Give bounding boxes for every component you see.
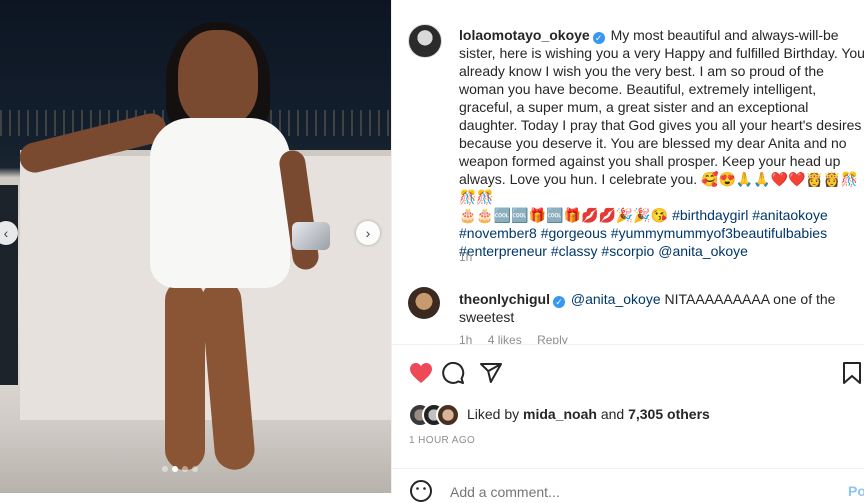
caption-emoji-line: 🎂🎂🆒🆒🎁🆒🎁💋💋🎉🎉😘 [459,207,669,223]
hashtag-link[interactable]: #scorpio [601,243,654,259]
comment-meta: 1h 4 likes Reply [459,333,580,345]
hashtag-link[interactable]: #classy [551,243,598,259]
caption-time: 1h [459,250,484,264]
likes-text: Liked by mida_noah and 7,305 others [467,406,710,422]
hashtag-link[interactable]: #anitaokoye [752,207,828,223]
post-timestamp: 1 HOUR AGO [409,435,476,446]
white-dress [150,118,290,288]
silver-handbag [292,222,330,250]
post-caption: lolaomotayo_okoye ✓ My most beautiful and… [459,26,864,260]
avatar[interactable] [408,287,440,319]
action-bar [408,360,864,386]
comment-time: 1h [459,333,473,345]
liked-by-user[interactable]: mida_noah [523,406,597,422]
person-face [178,30,258,126]
person-leg-left [165,280,205,470]
like-button[interactable] [408,360,434,386]
caption-mention[interactable]: @anita_okoye [658,243,748,259]
railing [0,185,18,385]
caption-time-ago: 1h [459,250,473,264]
comment-username[interactable]: theonlychigul [459,291,550,307]
comment-icon [442,361,465,384]
chevron-left-icon: ‹ [3,225,9,241]
carousel-next-button[interactable]: › [356,221,380,245]
likes-and: and [600,406,625,422]
bookmark-icon [843,362,861,384]
share-button[interactable] [478,360,504,386]
add-comment-bar: Post [392,468,864,502]
emoji-icon[interactable] [409,479,433,503]
comments-list[interactable]: lolaomotayo_okoye ✓ My most beautiful and… [392,0,864,345]
post-photo[interactable]: ‹ › [0,0,391,493]
post-panel: lolaomotayo_okoye ✓ My most beautiful and… [391,0,864,502]
likes-prefix: Liked by [467,406,520,422]
comment-input[interactable] [448,483,812,501]
save-button[interactable] [839,360,864,386]
hashtag-link[interactable]: #yummymummyof3beautifulbabies [611,225,827,241]
verified-badge-icon: ✓ [553,296,565,308]
caption-text: My most beautiful and always-will-be sis… [459,27,864,205]
avatar[interactable] [436,403,460,427]
carousel-dots [162,466,198,472]
hashtag-link[interactable]: #gorgeous [541,225,607,241]
carousel-dot [162,466,168,472]
chevron-right-icon: › [365,225,371,241]
comment-reply-button[interactable]: Reply [537,333,568,344]
carousel-dot [192,466,198,472]
hashtag-link[interactable]: #birthdaygirl [672,207,748,223]
heart-filled-icon [410,363,432,383]
share-icon [480,363,502,383]
hashtag-link[interactable]: #november8 [459,225,537,241]
likes-summary: Liked by mida_noah and 7,305 others [408,402,864,427]
carousel-dot [172,466,178,472]
post-username[interactable]: lolaomotayo_okoye [459,27,590,43]
comment-item: theonlychigul ✓ @anita_okoye NITAAAAAAAAA… [459,290,839,326]
comment-mention[interactable]: @anita_okoye [571,291,661,307]
post-comment-button[interactable]: Post [848,483,864,499]
avatar[interactable] [408,24,442,58]
comment-likes[interactable]: 4 likes [488,333,522,344]
likes-count-button[interactable]: 7,305 others [628,406,710,422]
carousel-dot [182,466,188,472]
comment-button[interactable] [440,360,466,386]
verified-badge-icon: ✓ [592,32,605,44]
